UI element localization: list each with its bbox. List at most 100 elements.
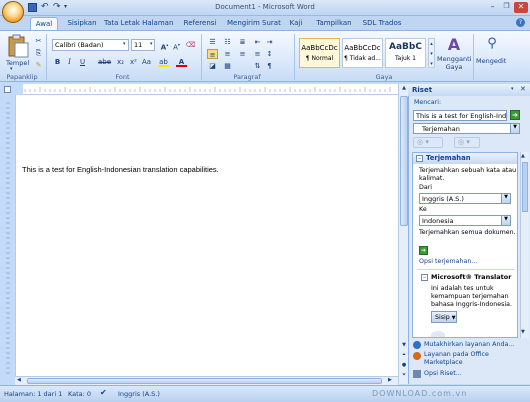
to-select[interactable]: Indonesia ▼	[419, 215, 511, 226]
font-size-dropdown-icon[interactable]: ▾	[150, 41, 153, 47]
scroll-thumb[interactable]	[400, 96, 408, 226]
forward-button[interactable]: ◎ ▾	[454, 137, 480, 148]
marketplace-link[interactable]: Layanan pada Office Marketplace	[424, 351, 514, 367]
translation-options-link[interactable]: Opsi terjemahan...	[419, 258, 477, 265]
show-marks-icon[interactable]: ¶	[264, 61, 275, 71]
customize-qat-icon[interactable]: ▾	[64, 3, 67, 10]
scroll-up-icon[interactable]: ▲	[400, 85, 408, 93]
scroll-down-icon[interactable]: ▼	[400, 342, 408, 350]
horizontal-ruler[interactable]	[15, 84, 400, 95]
line-spacing-icon[interactable]: ↕	[264, 49, 275, 59]
align-left-icon[interactable]: ≡	[207, 49, 218, 59]
align-right-icon[interactable]: ≡	[237, 49, 248, 59]
binoculars-icon[interactable]: ⚲	[482, 36, 502, 52]
vertical-scrollbar[interactable]: ▲ ▼ ⏶ ● ⏷	[398, 84, 408, 384]
style-heading-1[interactable]: AaBbC Tajuk 1	[385, 38, 426, 68]
change-styles-icon[interactable]: A	[444, 35, 464, 55]
translate-doc-go-icon[interactable]: ➜	[419, 246, 428, 255]
insert-dropdown-icon[interactable]: ▼	[452, 315, 456, 321]
font-name-input[interactable]: Calibri (Badan)	[52, 39, 129, 51]
font-color-icon[interactable]: A	[176, 57, 187, 67]
tab-referensi[interactable]: Referensi	[180, 17, 220, 30]
translator-result[interactable]: Ini adalah tes untuk kemampuan terjemaha…	[431, 285, 517, 309]
numbering-icon[interactable]: ☷	[222, 37, 233, 47]
italic-icon[interactable]: I	[64, 57, 75, 67]
update-services-link[interactable]: Mutakhirkan layanan Anda...	[424, 341, 514, 348]
collapse-icon[interactable]: –	[416, 155, 423, 162]
highlight-icon[interactable]: ab	[158, 57, 169, 67]
shading-icon[interactable]: ◪	[207, 61, 218, 71]
service-select[interactable]: Terjemahan ▼	[413, 123, 520, 134]
hscroll-thumb[interactable]	[27, 378, 382, 384]
tab-tata-letak[interactable]: Tata Letak Halaman	[104, 17, 173, 30]
language-status[interactable]: Inggris (A.S.)	[118, 390, 160, 398]
tab-sdl-trados[interactable]: SDL Trados	[361, 17, 403, 30]
tab-sisipkan[interactable]: Sisipkan	[63, 17, 101, 30]
style-no-spacing[interactable]: AaBbCcDc ¶ Tidak ad...	[342, 38, 383, 68]
tab-awal[interactable]: Awal	[30, 17, 58, 30]
change-styles-button[interactable]: Mengganti Gaya	[437, 55, 471, 71]
scroll-right-icon[interactable]: ▶	[388, 377, 392, 383]
paste-dropdown-icon[interactable]: ▾	[10, 66, 13, 72]
underline-icon[interactable]: U	[77, 57, 88, 67]
search-input[interactable]: This is a test for English-Indone	[413, 110, 507, 121]
back-button[interactable]: ◎ ▾	[413, 137, 443, 148]
redo-icon[interactable]: ↷	[53, 2, 61, 12]
format-painter-icon[interactable]: ✎	[33, 60, 44, 70]
justify-icon[interactable]: ≡	[252, 49, 263, 59]
scroll-down-icon[interactable]: ▼	[521, 329, 525, 335]
minimize-button[interactable]: –	[486, 2, 499, 13]
borders-icon[interactable]: ▦	[222, 61, 233, 71]
next-page-icon[interactable]: ⏷	[400, 372, 408, 380]
tab-mengirim-surat[interactable]: Mengirim Surat	[227, 17, 281, 30]
pane-options-icon[interactable]: ▾	[511, 86, 514, 92]
prev-page-icon[interactable]: ⏶	[400, 352, 408, 360]
office-button[interactable]	[2, 1, 24, 23]
font-name-dropdown-icon[interactable]: ▾	[123, 41, 126, 47]
help-icon[interactable]: ?	[516, 18, 525, 27]
grow-font-icon[interactable]: A▴	[159, 40, 170, 51]
search-go-icon[interactable]: ➜	[510, 110, 520, 120]
copy-icon[interactable]: ⎘	[33, 48, 44, 58]
research-options-link[interactable]: Opsi Riset...	[424, 370, 462, 377]
styles-scroll[interactable]: ▴ ▾ ▾	[428, 38, 435, 68]
tab-tampilkan[interactable]: Tampilkan	[315, 17, 353, 30]
sort-icon[interactable]: ⇅	[252, 61, 263, 71]
pane-scroll-thumb[interactable]	[522, 162, 528, 212]
dropdown-arrow-icon[interactable]: ▼	[501, 194, 510, 203]
bullets-icon[interactable]: ☰	[207, 37, 218, 47]
dropdown-arrow-icon[interactable]: ▼	[501, 216, 510, 225]
cut-icon[interactable]: ✂	[33, 36, 44, 46]
bold-icon[interactable]: B	[52, 57, 63, 67]
document-text[interactable]: This is a test for English-Indonesian tr…	[22, 165, 219, 174]
scroll-up-icon[interactable]: ▲	[521, 153, 525, 159]
align-center-icon[interactable]: ≡	[222, 49, 233, 59]
pane-close-icon[interactable]: ✕	[520, 85, 526, 93]
browse-object-icon[interactable]: ●	[400, 362, 408, 370]
page-count[interactable]: Halaman: 1 dari 1	[4, 390, 62, 398]
clear-format-icon[interactable]: ⌫	[185, 40, 196, 50]
dropdown-arrow-icon[interactable]: ▼	[510, 124, 519, 133]
close-button[interactable]: ✕	[514, 2, 528, 13]
decrease-indent-icon[interactable]: ⇤	[252, 37, 263, 47]
ruler-corner[interactable]	[0, 84, 15, 95]
scroll-left-icon[interactable]: ◀	[17, 377, 21, 383]
change-case-icon[interactable]: Aa	[141, 57, 152, 67]
tab-kaji[interactable]: Kaji	[284, 17, 308, 30]
vertical-ruler[interactable]	[0, 95, 15, 378]
pane-scrollbar[interactable]: ▲ ▼	[520, 152, 529, 338]
document-page[interactable]	[15, 95, 398, 378]
subscript-icon[interactable]: x₂	[115, 57, 126, 67]
increase-indent-icon[interactable]: ⇥	[264, 37, 275, 47]
superscript-icon[interactable]: x²	[128, 57, 139, 67]
save-icon[interactable]	[28, 3, 37, 12]
insert-button[interactable]: Sisip ▼	[431, 311, 457, 323]
from-select[interactable]: Inggris (A.S.) ▼	[419, 193, 511, 204]
multilevel-list-icon[interactable]: ≣	[237, 37, 248, 47]
paste-icon[interactable]	[6, 34, 30, 58]
style-normal[interactable]: AaBbCcDc ¶ Normal	[299, 38, 340, 68]
shrink-font-icon[interactable]: A▾	[171, 40, 182, 51]
horizontal-scrollbar[interactable]: ◀ ▶	[15, 376, 398, 385]
strikethrough-icon[interactable]: abe	[98, 57, 111, 67]
tab-selector-icon[interactable]	[4, 86, 11, 93]
